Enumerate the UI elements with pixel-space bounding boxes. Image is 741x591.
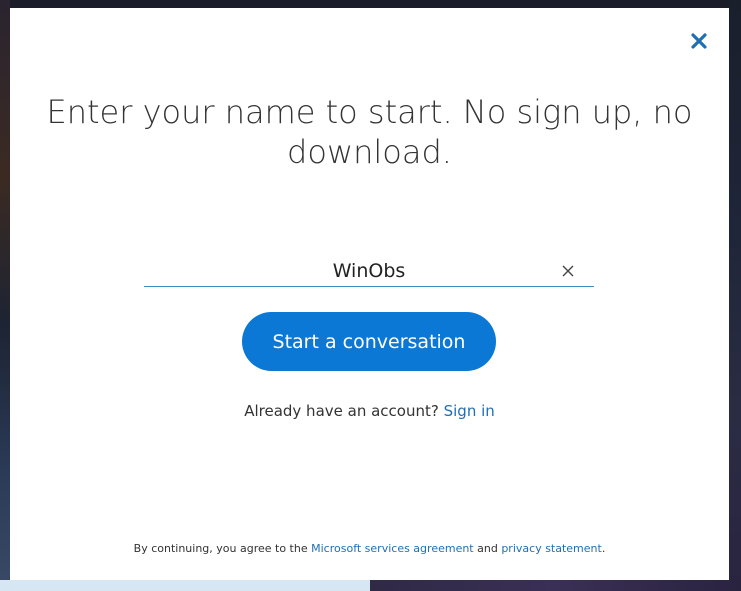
legal-notice: By continuing, you agree to the Microsof… — [10, 542, 729, 555]
start-conversation-dialog: Enter your name to start. No sign up, no… — [10, 8, 729, 580]
legal-prefix: By continuing, you agree to the — [133, 542, 308, 555]
background-left — [0, 0, 10, 591]
name-input[interactable] — [144, 256, 594, 286]
close-button[interactable] — [688, 30, 710, 52]
dialog-title: Enter your name to start. No sign up, no… — [46, 93, 693, 171]
signin-link[interactable]: Sign in — [444, 402, 495, 420]
privacy-statement-link[interactable]: privacy statement — [501, 542, 602, 555]
background-bottom-left — [0, 580, 370, 591]
clear-icon — [562, 265, 574, 277]
background-top — [0, 0, 741, 8]
background-bottom-right — [370, 580, 741, 591]
name-field — [144, 256, 594, 287]
signin-line: Already have an account? Sign in — [10, 402, 729, 420]
close-icon — [691, 33, 707, 49]
start-conversation-button[interactable]: Start a conversation — [242, 312, 496, 371]
background-right — [729, 0, 741, 591]
legal-suffix: . — [601, 542, 606, 555]
legal-and: and — [477, 542, 498, 555]
signin-prompt: Already have an account? — [244, 402, 439, 420]
services-agreement-link[interactable]: Microsoft services agreement — [311, 542, 474, 555]
clear-button[interactable] — [558, 261, 578, 281]
